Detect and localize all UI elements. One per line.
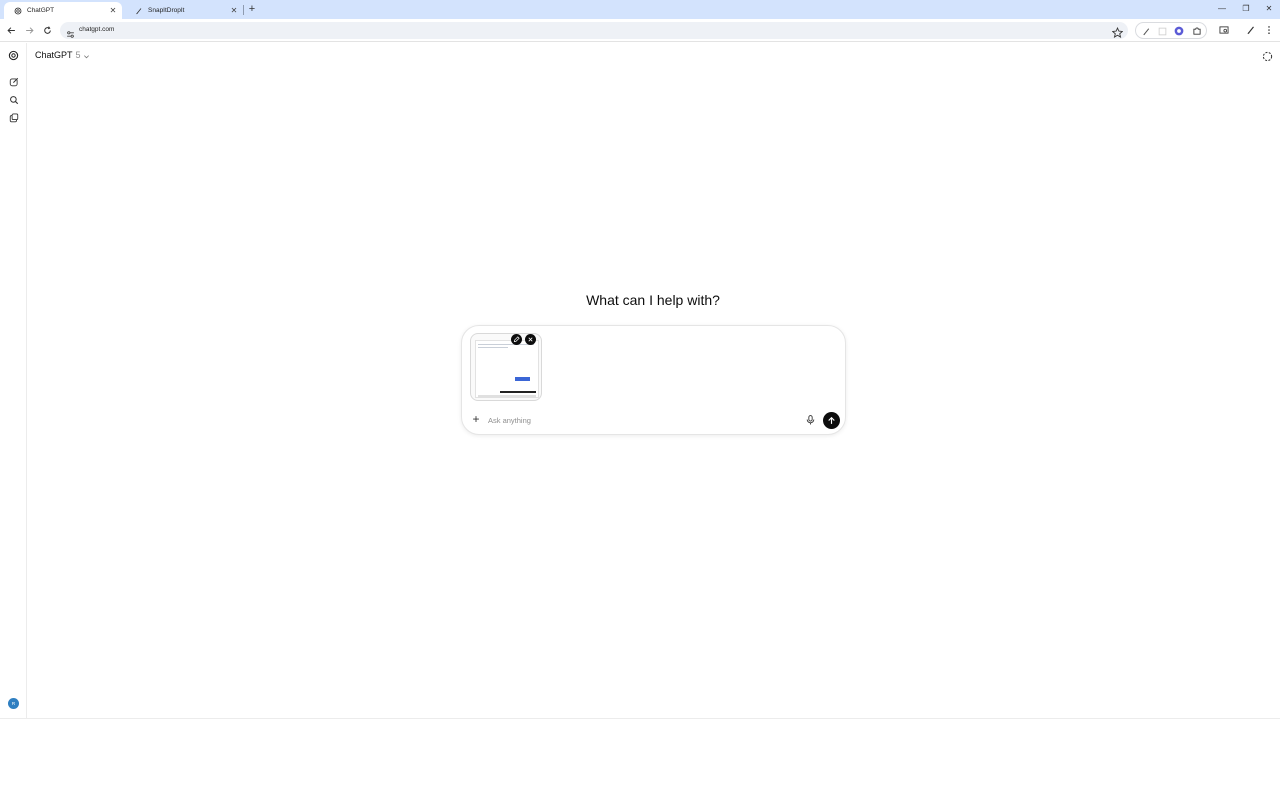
remove-image-button[interactable] (525, 334, 536, 345)
page-title: What can I help with? (586, 292, 720, 308)
address-bar[interactable]: chatgpt.com (60, 22, 1128, 39)
url-text: chatgpt.com (79, 26, 115, 33)
library-icon[interactable] (7, 111, 20, 124)
divider (0, 718, 1280, 719)
tab-search-icon[interactable] (1218, 24, 1230, 36)
menu-kebab-icon[interactable] (1263, 24, 1275, 36)
tab-close-icon[interactable]: ✕ (108, 6, 118, 16)
openai-logo-icon[interactable] (7, 49, 20, 62)
site-settings-icon[interactable] (66, 26, 75, 38)
tab-snapitdropit[interactable]: SnapItDropIt ✕ (125, 2, 243, 19)
extensions-group (1135, 22, 1207, 39)
profile-pen-icon[interactable] (1245, 24, 1257, 36)
openai-icon (14, 7, 22, 15)
tab-close-icon[interactable]: ✕ (229, 6, 239, 16)
circle-extension-icon[interactable] (1174, 26, 1184, 36)
new-tab-button[interactable]: + (246, 3, 258, 15)
puzzle-extensions-icon[interactable] (1192, 26, 1202, 36)
browser-toolbar: chatgpt.com (0, 19, 1280, 42)
pencil-icon (513, 336, 520, 343)
window-close-icon[interactable]: ✕ (1262, 3, 1276, 15)
blank-extension-icon[interactable] (1157, 26, 1167, 36)
message-composer: + (461, 325, 846, 435)
add-attachment-button[interactable]: + (471, 413, 481, 425)
search-chats-icon[interactable] (7, 93, 20, 106)
dictate-button[interactable] (805, 414, 816, 425)
new-chat-icon[interactable] (7, 75, 20, 88)
tab-strip: ChatGPT ✕ SnapItDropIt ✕ + — ❐ ✕ (0, 0, 1280, 19)
tab-title: SnapItDropIt (148, 7, 185, 14)
pen-extension-icon[interactable] (1141, 26, 1151, 36)
forward-icon[interactable] (23, 24, 35, 36)
tab-chatgpt[interactable]: ChatGPT ✕ (4, 2, 122, 19)
browser-window: ChatGPT ✕ SnapItDropIt ✕ + — ❐ ✕ chatgpt… (0, 0, 1280, 800)
restore-icon[interactable]: ❐ (1239, 3, 1253, 15)
chevron-down-icon (83, 52, 90, 59)
reload-icon[interactable] (41, 24, 53, 36)
send-button[interactable] (823, 412, 840, 429)
thumbnail-preview (475, 340, 539, 398)
arrow-up-icon (828, 416, 835, 424)
model-version: 5 (75, 50, 81, 60)
prompt-input[interactable] (488, 414, 788, 426)
model-switcher[interactable]: ChatGPT 5 (35, 50, 90, 60)
bookmark-star-icon[interactable] (1111, 25, 1124, 38)
edit-image-button[interactable] (511, 334, 522, 345)
back-icon[interactable] (5, 24, 17, 36)
sidebar-rail: R (0, 43, 27, 718)
microphone-icon (806, 414, 815, 424)
minimize-icon[interactable]: — (1215, 3, 1229, 15)
pen-icon (135, 7, 143, 15)
tab-separator (243, 5, 244, 15)
tab-title: ChatGPT (27, 7, 55, 14)
model-name: ChatGPT (35, 50, 73, 60)
avatar[interactable]: R (8, 698, 19, 709)
chatgpt-app: R ChatGPT 5 What can I help with? + Ask … (0, 43, 1280, 718)
close-icon (528, 337, 533, 342)
temporary-chat-icon[interactable] (1261, 50, 1273, 62)
